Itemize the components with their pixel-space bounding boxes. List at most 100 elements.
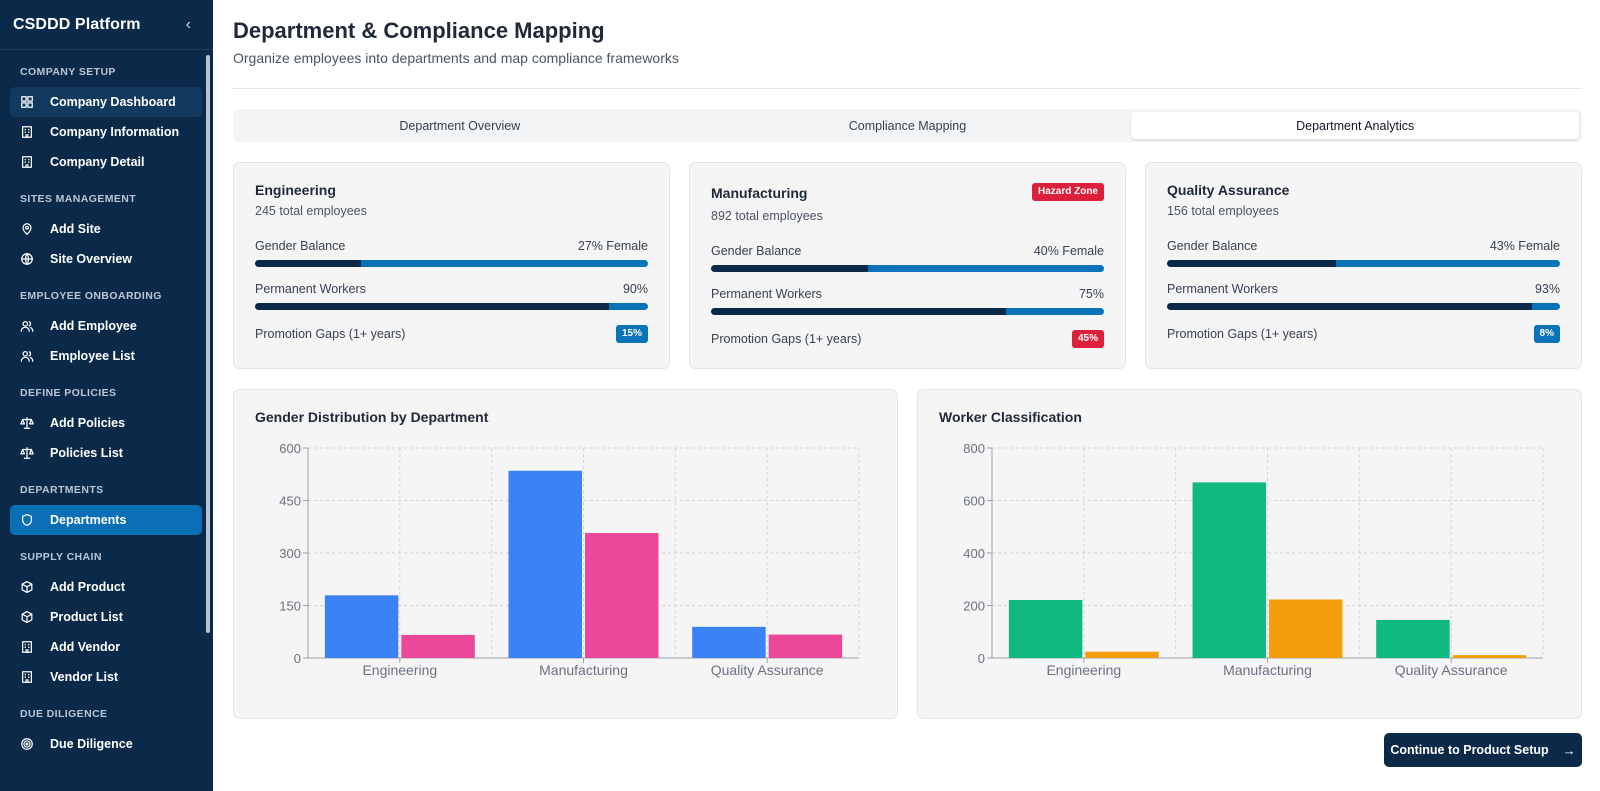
tab-compliance-mapping[interactable]: Compliance Mapping	[684, 112, 1132, 139]
gender-balance-label: Gender Balance	[711, 244, 802, 258]
permanent-workers-bar	[1167, 303, 1560, 310]
tab-department-analytics[interactable]: Department Analytics	[1131, 112, 1580, 139]
employee-count: 892 total employees	[711, 209, 823, 223]
main-content: Department & Compliance Mapping Organize…	[213, 0, 1600, 791]
map-pin-icon	[22, 223, 32, 235]
cta-label: Continue to Product Setup	[1390, 743, 1549, 757]
sidebar-item-add-vendor[interactable]: Add Vendor	[10, 632, 202, 662]
department-name: Engineering	[255, 182, 336, 198]
sidebar-item-due-diligence[interactable]: Due Diligence	[10, 729, 202, 759]
permanent-workers-row: Permanent Workers 93%	[1167, 282, 1560, 296]
users-icon	[20, 351, 34, 362]
sidebar-item-company-dashboard[interactable]: Company Dashboard	[10, 87, 202, 117]
gender-distribution-chart-card: Gender Distribution by Department 0 150 30…	[233, 389, 898, 719]
chevron-left-icon[interactable]: ‹	[186, 16, 191, 34]
employee-count: 156 total employees	[1167, 204, 1279, 218]
promotion-gaps-row: Promotion Gaps (1+ years) 45%	[711, 330, 1104, 348]
gender-balance-row: Gender Balance 43% Female	[1167, 239, 1560, 253]
y-tick-label: 450	[279, 494, 301, 509]
bar-manufacturing-series-1	[508, 470, 582, 658]
y-tick-label: 600	[963, 494, 985, 509]
bar-quality-assurance-series-1	[1376, 619, 1450, 658]
sidebar-section-define-policies: DEFINE POLICIES Add Policies Policies List	[0, 386, 213, 468]
sidebar-section-due-diligence: DUE DILIGENCE Due Diligence	[0, 707, 213, 759]
x-tick-label: Engineering	[1046, 662, 1121, 678]
gender-balance-bar	[255, 260, 648, 267]
gender-balance-row: Gender Balance 27% Female	[255, 239, 648, 253]
permanent-workers-row: Permanent Workers 90%	[255, 282, 648, 296]
y-tick-label: 200	[963, 599, 985, 614]
sidebar-header: CSDDD Platform ‹	[0, 0, 213, 50]
gender-balance-bar	[1167, 260, 1560, 267]
sidebar-item-employee-list[interactable]: Employee List	[10, 341, 202, 371]
sidebar-item-label: Vendor List	[50, 670, 119, 684]
sidebar-item-add-site[interactable]: Add Site	[10, 214, 202, 244]
bar-quality-assurance-series-1	[692, 626, 766, 658]
promotion-gaps-badge: 8%	[1533, 325, 1560, 343]
promotion-gaps-label: Promotion Gaps (1+ years)	[711, 332, 862, 346]
sidebar-item-label: Product List	[50, 610, 123, 624]
sidebar-section-sites-management: SITES MANAGEMENT Add Site Site Overview	[0, 192, 213, 274]
y-tick-label: 0	[978, 651, 985, 666]
bar-manufacturing-series-2	[1269, 599, 1343, 658]
sidebar-item-company-detail[interactable]: Company Detail	[10, 147, 202, 177]
worker-classification-chart: 0 200 400 600 800 Engineering Manufacturing Qua…	[963, 441, 1544, 678]
sidebar-item-label: Add Site	[50, 222, 101, 236]
sidebar-section-label: DEPARTMENTS	[20, 484, 104, 496]
promotion-gaps-label: Promotion Gaps (1+ years)	[255, 327, 406, 341]
y-tick-label: 150	[279, 599, 301, 614]
target-icon	[21, 738, 33, 750]
bar-engineering-series-2	[1085, 651, 1159, 658]
sidebar-item-company-information[interactable]: Company Information	[10, 117, 202, 147]
building-icon	[22, 126, 32, 138]
permanent-workers-value: 75%	[1078, 287, 1104, 301]
department-card-quality-assurance: Quality Assurance 156 total employees Ge…	[1145, 162, 1582, 369]
sidebar-item-site-overview[interactable]: Site Overview	[10, 244, 202, 274]
building-icon	[22, 671, 32, 683]
department-card-engineering: Engineering 245 total employees Gender B…	[233, 162, 670, 369]
sidebar-item-product-list[interactable]: Product List	[10, 602, 202, 632]
sidebar: CSDDD Platform ‹ COMPANY SETUP Company Da…	[0, 0, 213, 791]
sidebar-item-departments[interactable]: Departments	[10, 505, 202, 535]
arrow-right-icon: →	[1562, 742, 1576, 758]
users-icon	[20, 321, 34, 332]
permanent-workers-fill	[255, 303, 609, 310]
promotion-gaps-label: Promotion Gaps (1+ years)	[1167, 327, 1318, 341]
sidebar-item-policies-list[interactable]: Policies List	[10, 438, 202, 468]
permanent-workers-value: 93%	[1534, 282, 1560, 296]
permanent-workers-fill	[711, 308, 1006, 315]
department-name: Manufacturing	[711, 185, 808, 201]
sidebar-section-label: EMPLOYEE ONBOARDING	[20, 290, 162, 302]
bar-manufacturing-series-2	[585, 533, 659, 658]
tab-department-overview[interactable]: Department Overview	[236, 112, 684, 139]
x-tick-label: Manufacturing	[1223, 662, 1312, 678]
globe-icon	[21, 253, 33, 265]
worker-classification-chart-card: Worker Classification 0 200 400 600 800 Engin…	[917, 389, 1582, 719]
sidebar-item-add-product[interactable]: Add Product	[10, 572, 202, 602]
promotion-gaps-badge: 15%	[615, 325, 648, 343]
sidebar-scrollbar[interactable]	[206, 55, 210, 633]
sidebar-item-label: Add Vendor	[50, 640, 121, 654]
divider	[233, 88, 1582, 89]
y-tick-label: 800	[963, 441, 985, 456]
gender-balance-fill	[255, 260, 362, 267]
continue-to-product-setup-button[interactable]: Continue to Product Setup →	[1384, 733, 1582, 767]
app-title: CSDDD Platform	[13, 15, 141, 33]
sidebar-section-label: SITES MANAGEMENT	[20, 193, 137, 205]
sidebar-section-departments: DEPARTMENTS Departments	[0, 483, 213, 535]
sidebar-item-label: Company Information	[50, 125, 180, 139]
shield-icon	[22, 513, 32, 527]
bar-quality-assurance-series-2	[768, 634, 843, 658]
bar-engineering-series-1	[1008, 599, 1083, 658]
sidebar-item-vendor-list[interactable]: Vendor List	[10, 662, 202, 692]
page-title: Department & Compliance Mapping	[233, 18, 605, 43]
x-tick-label: Quality Assurance	[1395, 662, 1508, 678]
y-tick-label: 600	[279, 441, 301, 456]
sidebar-section-company-setup: COMPANY SETUP Company Dashboard Company In…	[0, 65, 213, 177]
permanent-workers-value: 90%	[622, 282, 648, 296]
sidebar-item-add-policies[interactable]: Add Policies	[10, 408, 202, 438]
x-tick-label: Quality Assurance	[711, 662, 824, 678]
promotion-gaps-badge: 45%	[1071, 330, 1104, 348]
tab-bar: Department Overview Compliance Mapping D…	[233, 109, 1582, 142]
sidebar-item-add-employee[interactable]: Add Employee	[10, 311, 202, 341]
